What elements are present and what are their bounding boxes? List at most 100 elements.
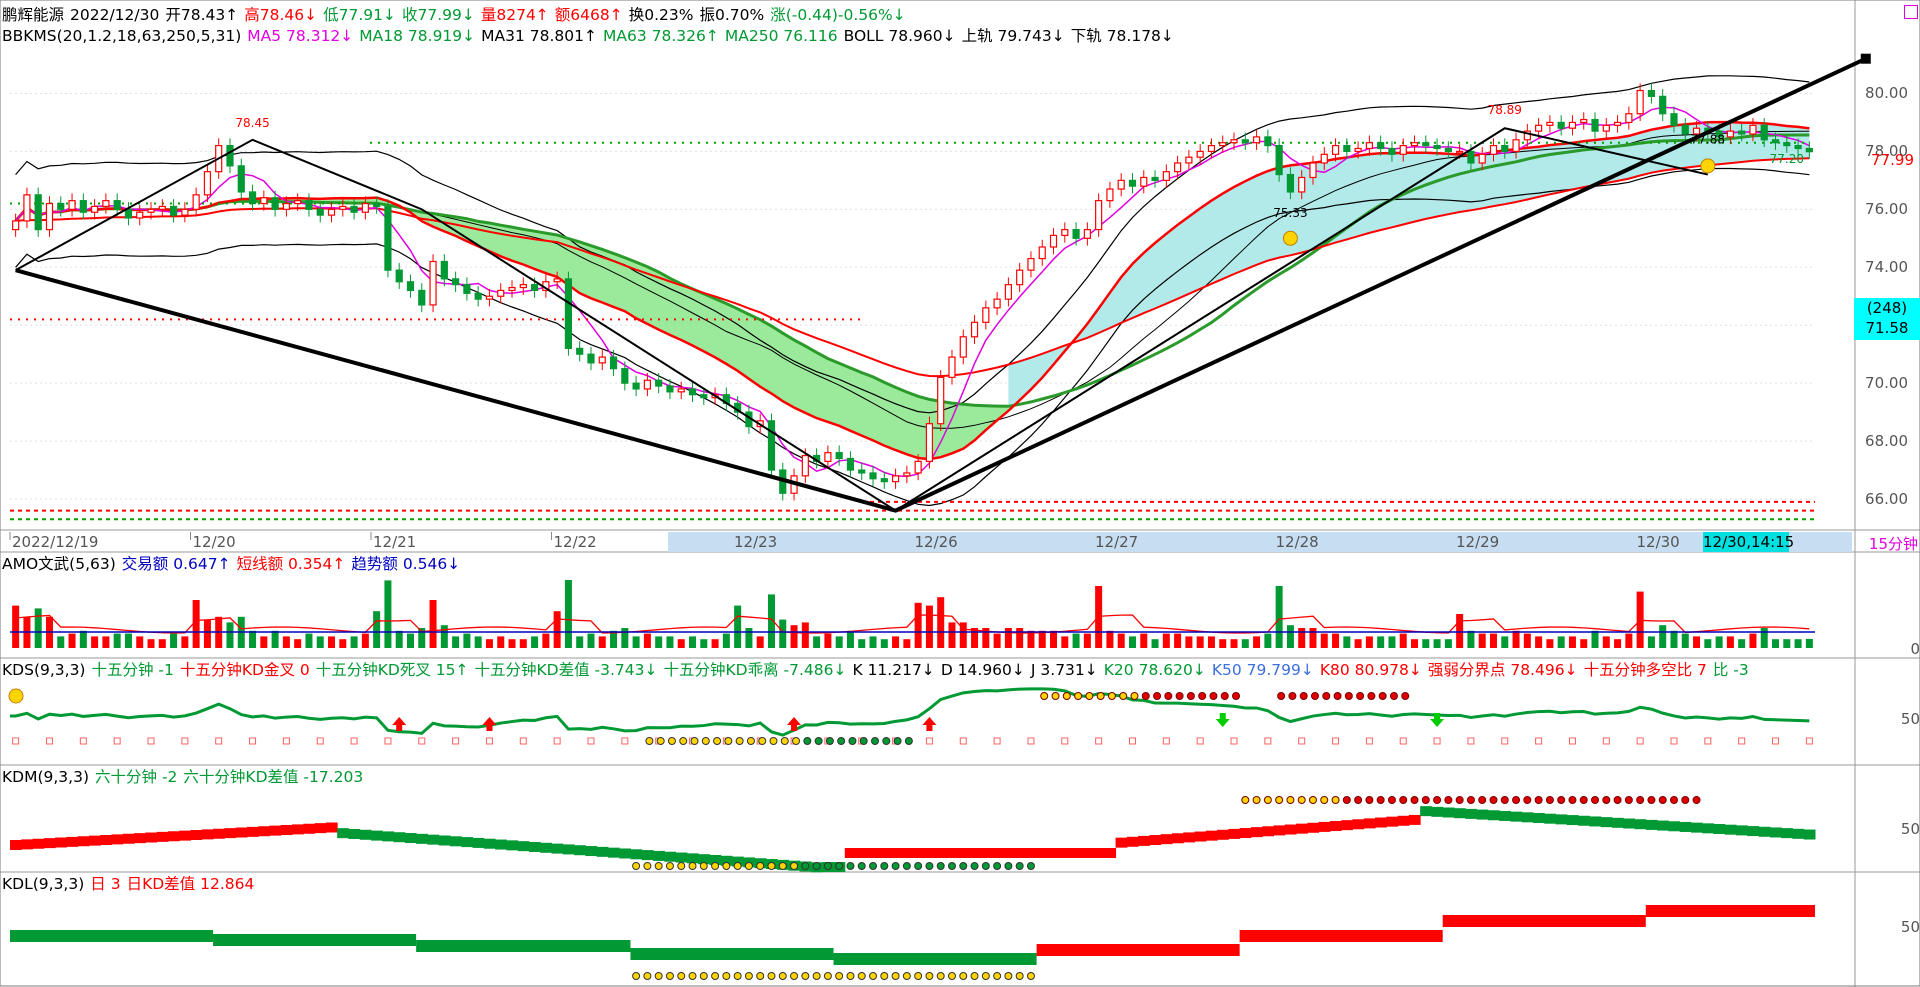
volume-bar — [824, 633, 832, 648]
volume-bar — [1749, 633, 1757, 648]
kds-square — [1230, 737, 1238, 745]
volume-bar — [1738, 639, 1746, 648]
kds-dot — [1220, 692, 1229, 700]
smiley-icon — [8, 688, 24, 704]
volume-bar — [1072, 633, 1080, 648]
kdm-dot — [1512, 796, 1521, 804]
kdm-dot — [744, 862, 753, 870]
candle — [553, 278, 561, 283]
time-tick: 12/23 — [734, 533, 778, 551]
kds-square — [1196, 737, 1204, 745]
volume-bar — [1004, 628, 1012, 648]
kdm-band — [1476, 809, 1489, 820]
volume-bar — [711, 639, 719, 648]
header-field: K20 78.620↓ — [1103, 661, 1206, 679]
kdl-band — [10, 930, 214, 942]
price-annotation: 77.20 — [1770, 152, 1804, 166]
kds-dot — [848, 737, 857, 745]
candle — [1794, 145, 1802, 150]
kdm-band — [438, 835, 451, 846]
kds-square — [587, 737, 595, 745]
kdm-band — [10, 840, 22, 850]
candle — [1365, 142, 1373, 150]
kdm-band — [382, 831, 395, 842]
candle — [903, 472, 911, 477]
kdm-band — [337, 828, 349, 839]
corner-button[interactable] — [1904, 5, 1918, 19]
kdm-dot — [688, 862, 697, 870]
volume-bar — [1354, 639, 1362, 648]
kdm-band — [1600, 817, 1613, 828]
candle — [1275, 145, 1283, 176]
volume-bar — [328, 636, 336, 648]
kds-dot — [656, 737, 665, 745]
kdl-header: KDL(9,3,3) 日 3 日KD差值 12.864 — [2, 875, 260, 893]
kdm-band — [325, 822, 338, 833]
candle — [1805, 147, 1813, 153]
candle — [1264, 136, 1272, 147]
kdm-band — [506, 840, 519, 851]
kdm-band — [1702, 823, 1714, 834]
kds-dot — [904, 737, 913, 745]
kds-dot — [735, 737, 744, 745]
header-field: K50 79.799↓ — [1211, 661, 1314, 679]
volume-bar — [1535, 636, 1543, 648]
volume-bar — [181, 636, 189, 648]
kds-dot — [1164, 692, 1173, 700]
candle — [136, 211, 144, 219]
kdm-band — [201, 829, 214, 840]
candle — [677, 388, 685, 393]
kdm-band — [1104, 848, 1117, 858]
header-field: D 14.960↓ — [940, 661, 1025, 679]
kds-dot — [871, 737, 880, 745]
candle — [925, 423, 934, 462]
kds-square — [1805, 737, 1813, 745]
kdm-band — [1093, 848, 1105, 858]
kdm-dot — [1026, 862, 1035, 870]
kdm-band — [483, 838, 496, 849]
volume-bar — [745, 628, 753, 648]
kds-square — [959, 737, 967, 745]
kdl-dot — [959, 972, 968, 980]
volume-bar — [813, 636, 821, 648]
kds-dot — [1198, 692, 1207, 700]
volume-bar — [226, 622, 234, 648]
kds-square — [1061, 737, 1069, 745]
kds-square — [418, 737, 426, 745]
kdm-band — [1126, 836, 1139, 847]
candle — [858, 469, 866, 474]
price-annotation: 75.33 — [1273, 206, 1307, 220]
candle — [350, 205, 358, 213]
time-tick: 12/27 — [1095, 533, 1139, 551]
header-field: K 11.217↓ — [852, 661, 935, 679]
kdm-dot — [970, 862, 979, 870]
price-chart[interactable]: 78.45 78.89 77.88 75.33 77.20 — [0, 0, 1920, 987]
volume-bar — [170, 633, 178, 648]
period-button[interactable]: 15分钟 — [1869, 533, 1918, 554]
volume-bar — [1286, 625, 1294, 648]
volume-bar — [1614, 639, 1622, 648]
volume-bar — [249, 630, 257, 648]
volume-bar — [1174, 633, 1182, 648]
kdm-dot — [1613, 796, 1622, 804]
kdm-band — [901, 848, 913, 858]
volume-bar — [1377, 636, 1385, 648]
kdm-band — [269, 825, 282, 836]
kds-dot — [859, 737, 868, 745]
kdm-band — [1420, 806, 1432, 817]
kdm-band — [1217, 829, 1229, 840]
header-field: 六十分钟 -2 — [95, 768, 178, 786]
candle — [1072, 229, 1080, 239]
kdm-band — [235, 827, 248, 838]
kds-dot — [1051, 692, 1060, 700]
volume-bar — [91, 636, 99, 648]
volume-bar — [1411, 639, 1419, 648]
kds-dot — [701, 737, 710, 745]
kdm-dot — [1489, 796, 1498, 804]
kdm-band — [1329, 821, 1342, 832]
kdm-band — [1284, 824, 1297, 835]
kds-dot — [1186, 692, 1195, 700]
volume-bar — [880, 639, 888, 648]
kds-square — [12, 737, 20, 745]
candle — [1399, 145, 1407, 155]
